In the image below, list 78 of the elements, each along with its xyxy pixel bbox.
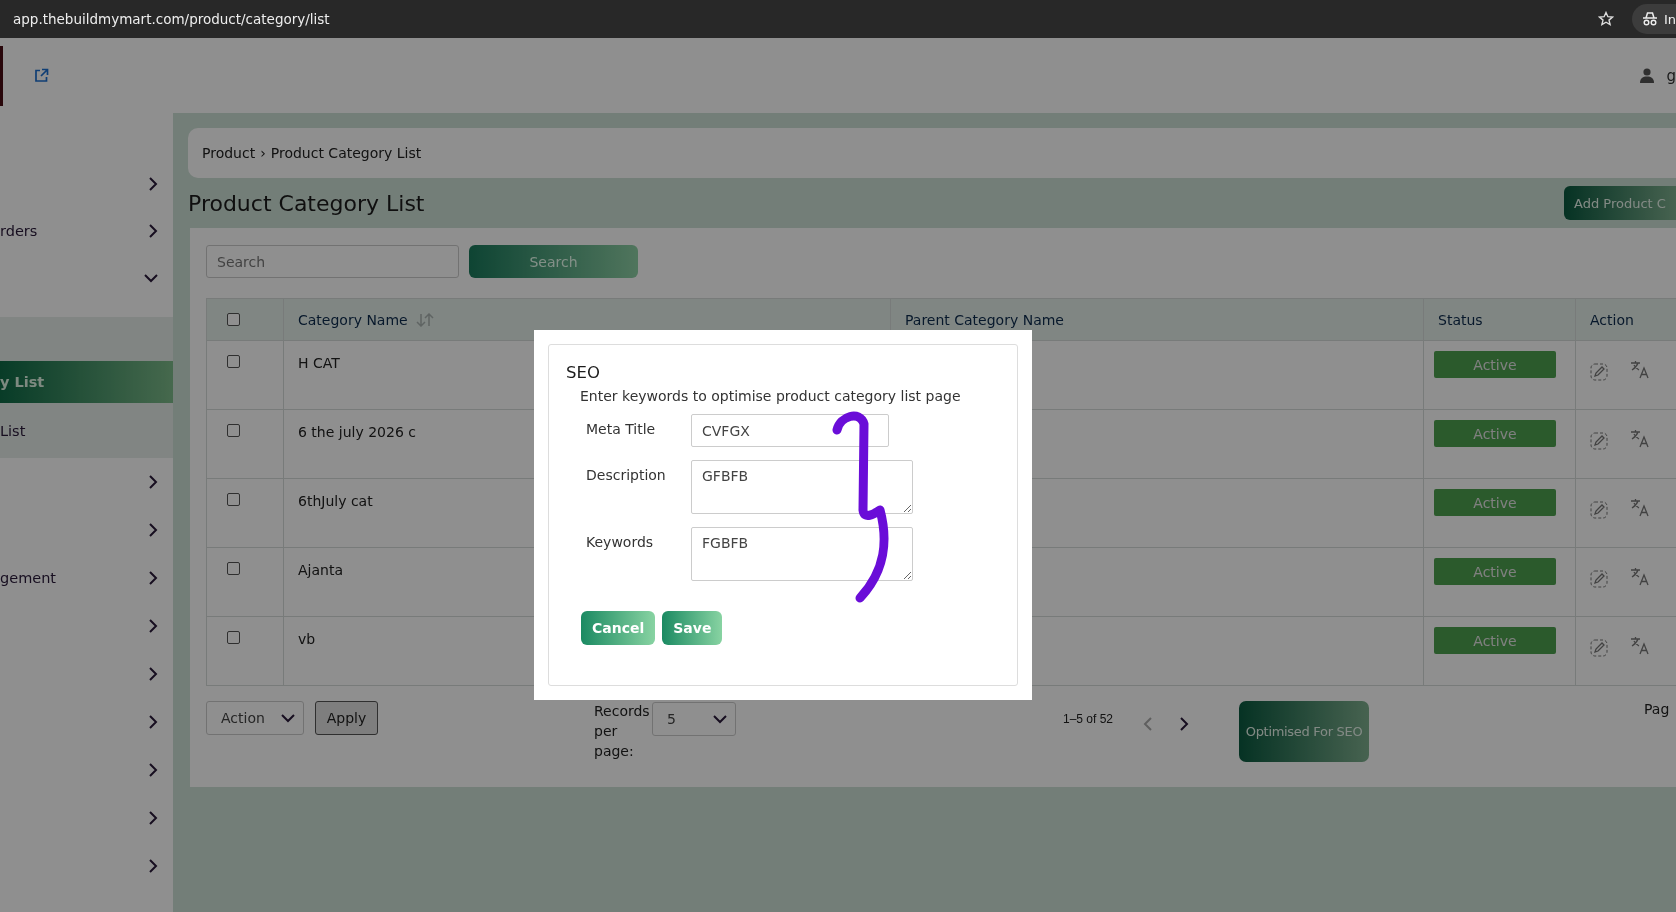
status-badge: Active (1434, 558, 1556, 585)
table-cell: Ajanta (298, 562, 343, 578)
translate-icon[interactable] (1630, 497, 1650, 517)
edit-icon[interactable] (1590, 363, 1608, 381)
column-header[interactable]: Category Name (298, 311, 408, 328)
chevron-right-icon[interactable] (148, 475, 158, 489)
chevron-right-icon[interactable] (148, 176, 158, 191)
table-cell: H CAT (298, 355, 340, 371)
search-field[interactable]: Search (206, 245, 459, 278)
text-area[interactable]: FGBFB (691, 527, 913, 581)
column-header: Parent Category Name (905, 311, 1064, 328)
chevron-right-icon[interactable] (148, 223, 158, 238)
status-badge: Active (1434, 627, 1556, 654)
records-label: Records per page: (594, 702, 651, 761)
column-header: Status (1438, 311, 1483, 328)
checkbox[interactable] (227, 631, 240, 644)
status-badge: Active (1434, 489, 1556, 516)
table-cell: vb (298, 631, 316, 647)
sidebar-subitem[interactable]: List (0, 403, 173, 458)
column-header: Action (1590, 311, 1634, 328)
user-name[interactable]: g (1666, 66, 1676, 85)
field-label: Description (586, 466, 667, 485)
star-icon[interactable] (1597, 11, 1614, 27)
chevron-right-icon[interactable] (148, 523, 158, 537)
edit-icon[interactable] (1590, 639, 1608, 657)
user-icon[interactable] (1640, 68, 1655, 83)
address-bar[interactable]: app.thebuildmymart.com/product/category/list (13, 11, 1598, 27)
page-label: Pag (1644, 701, 1670, 717)
breadcrumb-link[interactable]: Product (202, 145, 256, 161)
external-link-icon[interactable] (34, 68, 49, 83)
incognito-icon (1641, 12, 1658, 26)
chevron-right-icon[interactable] (148, 715, 158, 729)
translate-icon[interactable] (1630, 566, 1650, 586)
chevron-right-icon[interactable] (148, 763, 158, 777)
checkbox[interactable] (227, 562, 240, 575)
status-badge: Active (1434, 351, 1556, 378)
input-field[interactable]: CVFGX (691, 414, 889, 447)
text-area[interactable]: GFBFB (691, 460, 913, 514)
chevron-down-icon[interactable] (144, 272, 158, 283)
breadcrumb-current: Product Category List (270, 145, 422, 161)
sidebar-item[interactable]: rders (0, 222, 38, 239)
edit-icon[interactable] (1590, 501, 1608, 519)
checkbox[interactable] (227, 493, 240, 506)
edit-icon[interactable] (1590, 432, 1608, 450)
translate-icon[interactable] (1630, 359, 1650, 379)
profile-button[interactable]: In (1631, 4, 1676, 34)
checkbox[interactable] (227, 313, 240, 326)
breadcrumb-separator: › (260, 145, 266, 161)
table-cell: 6 the july 2026 c (298, 424, 416, 440)
chevron-right-icon[interactable] (148, 571, 158, 585)
edit-icon[interactable] (1590, 570, 1608, 588)
chevron-right-icon[interactable] (148, 859, 158, 873)
field-label: Meta Title (586, 420, 657, 439)
chevron-down-icon[interactable] (281, 713, 295, 723)
chevron-right-icon[interactable] (148, 619, 158, 633)
translate-icon[interactable] (1630, 635, 1650, 655)
status-badge: Active (1434, 420, 1556, 447)
page-range: 1–5 of 52 (1063, 712, 1114, 726)
sidebar-subitem[interactable]: y List (0, 361, 173, 403)
chevron-right-icon[interactable] (1179, 717, 1190, 731)
dialog-title: SEO (566, 363, 601, 382)
checkbox[interactable] (227, 424, 240, 437)
records-select[interactable]: 5 (652, 702, 736, 736)
page-title: Product Category List (188, 190, 425, 216)
chevron-right-icon[interactable] (148, 667, 158, 681)
chevron-down-icon[interactable] (713, 714, 727, 724)
apply-button[interactable]: Apply (315, 701, 378, 735)
dialog-subtitle: Enter keywords to optimise product category list page (580, 388, 962, 404)
translate-icon[interactable] (1630, 428, 1650, 448)
field-label: Keywords (586, 533, 655, 552)
add-product-button[interactable]: Add Product C (1564, 186, 1676, 220)
checkbox[interactable] (227, 355, 240, 368)
save-button[interactable]: Save (662, 611, 723, 645)
sidebar-item[interactable]: gement (0, 570, 57, 586)
bulk-action-select[interactable]: Action (206, 701, 304, 735)
cancel-button[interactable]: Cancel (581, 611, 656, 645)
chevron-right-icon[interactable] (148, 811, 158, 825)
table-cell: 6thJuly cat (298, 493, 373, 509)
